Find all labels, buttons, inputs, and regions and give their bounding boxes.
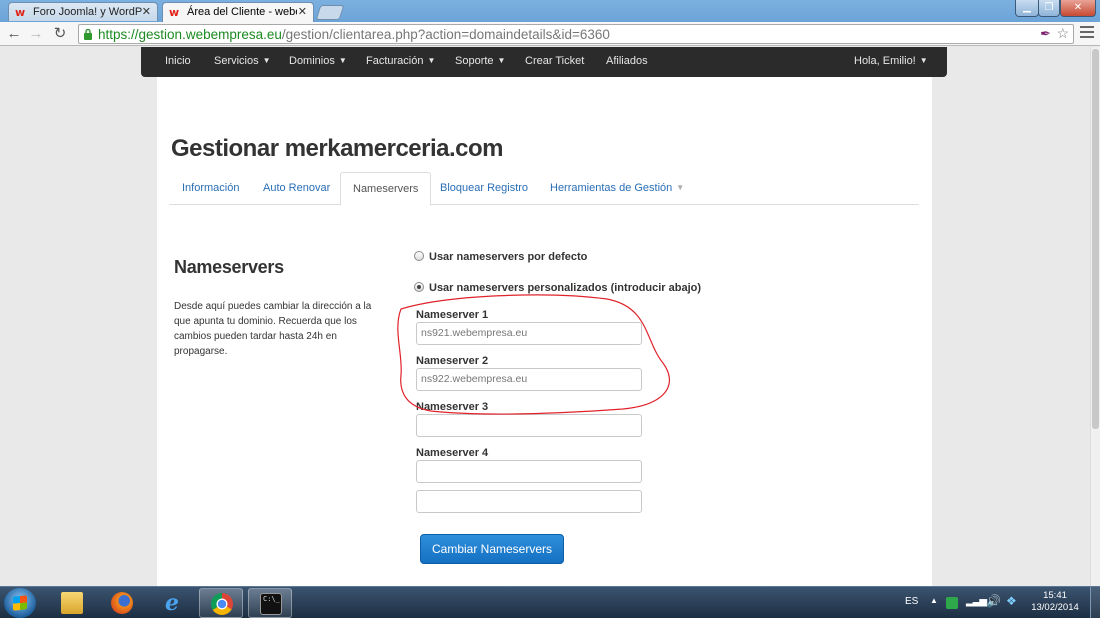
network-manager-icon[interactable] xyxy=(946,597,958,609)
nameserver-5-input[interactable] xyxy=(416,490,642,513)
clock-date: 13/02/2014 xyxy=(1031,602,1079,613)
taskbar-firefox[interactable] xyxy=(100,588,144,618)
change-nameservers-button[interactable]: Cambiar Nameservers xyxy=(420,534,564,564)
url-scheme: https:// xyxy=(98,27,139,42)
url-host: gestion.webempresa.eu xyxy=(138,27,282,42)
browser-tab-area-cliente[interactable]: w Área del Cliente - webempresa ✕ xyxy=(162,2,314,23)
red-annotation-outline xyxy=(397,294,670,415)
nav-servicios[interactable]: Servicios ▼ xyxy=(214,47,271,75)
close-window-button[interactable]: ✕ xyxy=(1060,0,1096,17)
ie-icon: e xyxy=(165,590,179,616)
page-viewport: Inicio Servicios ▼ Dominios ▼ Facturación ▼… xyxy=(0,47,1090,586)
section-description: Desde aquí puedes cambiar la dirección a… xyxy=(174,301,372,357)
scrollbar-thumb[interactable] xyxy=(1092,49,1099,429)
domain-tabs: Información Auto Renovar Nameservers Blo… xyxy=(169,172,919,206)
tab-bloquear-registro[interactable]: Bloquear Registro xyxy=(440,172,528,205)
explorer-icon xyxy=(61,592,83,614)
url-text: https://gestion.webempresa.eu/gestion/cl… xyxy=(98,26,610,43)
caret-down-icon: ▼ xyxy=(338,56,347,65)
chrome-icon xyxy=(211,593,233,615)
webempresa-favicon: w xyxy=(169,6,180,19)
signal-icon[interactable]: ▂▃▅ xyxy=(966,596,987,607)
taskbar-clock[interactable]: 15:41 13/02/2014 xyxy=(1030,590,1080,614)
webempresa-favicon: w xyxy=(15,6,26,19)
caret-down-icon: ▼ xyxy=(497,56,506,65)
tab-nameservers[interactable]: Nameservers xyxy=(340,172,432,206)
maximize-button[interactable]: ❐ xyxy=(1038,0,1060,17)
tab-label: Foro Joomla! y WordPress xyxy=(33,6,143,18)
user-menu[interactable]: Hola, Emilio! ▼ xyxy=(854,47,928,75)
dropbox-icon[interactable]: ❖ xyxy=(1006,594,1017,608)
radio-label: Usar nameservers por defecto xyxy=(429,251,588,263)
show-hidden-icons[interactable]: ▲ xyxy=(930,596,938,605)
star-icon[interactable]: ☆ xyxy=(1056,25,1069,42)
back-icon[interactable]: ← xyxy=(4,24,24,44)
taskbar-chrome[interactable] xyxy=(199,588,243,618)
clock-time: 15:41 xyxy=(1043,590,1067,601)
nav-label: Afiliados xyxy=(606,55,648,67)
nav-crear-ticket[interactable]: Crear Ticket xyxy=(525,47,584,75)
menu-icon[interactable] xyxy=(1080,26,1094,41)
new-tab-button[interactable] xyxy=(315,5,345,20)
cmd-icon: C:\_ xyxy=(260,593,282,615)
taskbar-explorer[interactable] xyxy=(50,588,94,618)
nav-dominios[interactable]: Dominios ▼ xyxy=(289,47,347,75)
caret-down-icon: ▼ xyxy=(427,56,436,65)
close-tab-icon[interactable]: ✕ xyxy=(142,3,151,21)
minimize-button[interactable]: ▁ xyxy=(1015,0,1039,17)
nameserver-4-input[interactable] xyxy=(416,460,642,483)
vertical-scrollbar[interactable] xyxy=(1090,47,1100,586)
lock-icon xyxy=(84,28,92,40)
nav-label: Servicios xyxy=(214,55,259,67)
tab-herramientas[interactable]: Herramientas de Gestión ▼ xyxy=(550,172,684,205)
caret-down-icon: ▼ xyxy=(919,56,928,65)
forward-icon[interactable]: → xyxy=(26,24,46,44)
taskbar-ie[interactable]: e xyxy=(150,588,194,618)
windows-taskbar: e C:\_ ES ▲ ▂▃▅ 🔊 ❖ 15:41 13/02/2014 xyxy=(0,586,1100,618)
tab-informacion[interactable]: Información xyxy=(182,172,239,205)
content-panel: Gestionar merkamerceria.com Información … xyxy=(157,77,932,586)
language-indicator[interactable]: ES xyxy=(905,596,918,607)
tab-auto-renovar[interactable]: Auto Renovar xyxy=(263,172,330,205)
tab-label: Herramientas de Gestión xyxy=(550,182,673,194)
nav-facturacion[interactable]: Facturación ▼ xyxy=(366,47,435,75)
nav-label: Dominios xyxy=(289,55,335,67)
nav-label: Crear Ticket xyxy=(525,55,585,67)
caret-down-icon: ▼ xyxy=(262,56,271,65)
close-tab-icon[interactable]: ✕ xyxy=(298,3,307,22)
tab-label: Área del Cliente - webempresa xyxy=(187,6,297,18)
nav-label: Inicio xyxy=(165,55,191,67)
reload-icon[interactable]: ↻ xyxy=(50,24,70,44)
nav-soporte[interactable]: Soporte ▼ xyxy=(455,47,505,75)
page-title: Gestionar merkamerceria.com xyxy=(171,135,504,162)
taskbar-cmd[interactable]: C:\_ xyxy=(248,588,292,618)
user-greeting: Hola, Emilio! xyxy=(854,55,916,67)
nav-afiliados[interactable]: Afiliados xyxy=(606,47,648,75)
section-title: Nameservers xyxy=(174,257,284,277)
url-path: /gestion/clientarea.php?action=domaindet… xyxy=(281,27,610,42)
address-bar[interactable]: https://gestion.webempresa.eu/gestion/cl… xyxy=(78,24,1074,44)
radio-default-nameservers[interactable]: Usar nameservers por defecto xyxy=(414,251,587,263)
browser-toolbar: ← → ↻ https://gestion.webempresa.eu/gest… xyxy=(0,22,1100,46)
nav-label: Soporte xyxy=(455,55,494,67)
extension-icon[interactable]: ✒ xyxy=(1040,26,1051,42)
nav-inicio[interactable]: Inicio xyxy=(165,47,191,75)
show-desktop-button[interactable] xyxy=(1090,587,1100,618)
caret-down-icon: ▼ xyxy=(676,183,685,192)
start-icon[interactable] xyxy=(4,588,36,618)
browser-tab-foro[interactable]: w Foro Joomla! y WordPress ✕ xyxy=(8,2,158,21)
nameserver-4-label: Nameserver 4 xyxy=(416,447,489,459)
nav-label: Facturación xyxy=(366,55,424,67)
radio-button[interactable] xyxy=(414,251,424,261)
volume-icon[interactable]: 🔊 xyxy=(986,594,1001,608)
main-navbar: Inicio Servicios ▼ Dominios ▼ Facturación ▼… xyxy=(141,47,947,77)
firefox-icon xyxy=(111,592,133,614)
